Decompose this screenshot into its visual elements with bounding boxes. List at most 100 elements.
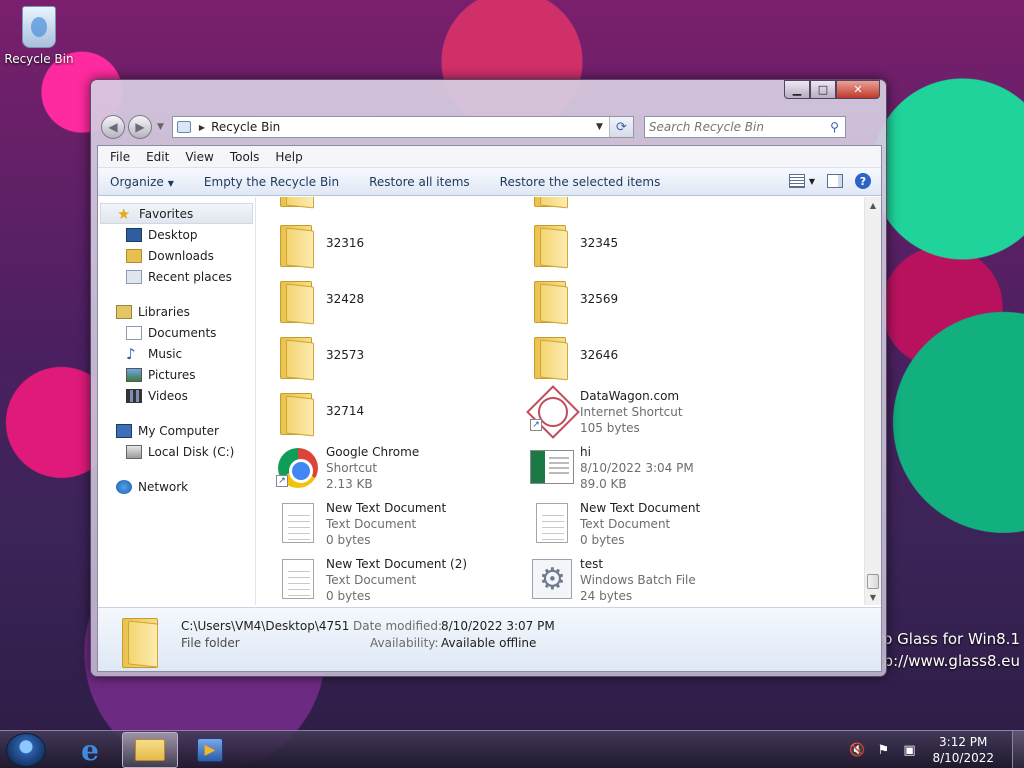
volume-muted-icon[interactable]: 🔇 xyxy=(848,742,866,758)
nav-my-computer[interactable]: My Computer xyxy=(98,420,255,441)
menu-view[interactable]: View xyxy=(177,150,221,164)
search-input[interactable] xyxy=(648,120,819,134)
preview-pane-icon[interactable] xyxy=(827,174,843,188)
list-item-partial[interactable] xyxy=(256,197,506,211)
shortcut-arrow-icon: ↗ xyxy=(530,419,542,431)
taskbar-windows-explorer[interactable] xyxy=(122,732,178,768)
address-dropdown-icon[interactable]: ▼ xyxy=(596,122,603,132)
list-item[interactable]: test Windows Batch File 24 bytes xyxy=(510,551,760,605)
pictures-icon xyxy=(126,367,142,382)
local-disk-icon xyxy=(126,444,142,459)
nav-videos[interactable]: Videos xyxy=(98,385,255,406)
file-type: Text Document xyxy=(580,517,671,531)
file-size: 24 bytes xyxy=(580,589,633,603)
show-desktop-button[interactable] xyxy=(1012,731,1024,768)
nav-music[interactable]: ♪ Music xyxy=(98,343,255,364)
menu-tools[interactable]: Tools xyxy=(222,150,268,164)
change-view-icon[interactable] xyxy=(788,174,805,188)
list-item[interactable]: 32316 xyxy=(256,215,506,271)
nav-recent-places-label: Recent places xyxy=(148,269,232,284)
list-item[interactable]: ↗ Google Chrome Shortcut 2.13 KB xyxy=(256,439,506,495)
recent-pages-dropdown[interactable]: ▼ xyxy=(157,122,164,132)
back-button[interactable]: ◀ xyxy=(101,115,125,139)
taskbar-internet-explorer[interactable]: e xyxy=(62,732,118,768)
nav-libraries-label: Libraries xyxy=(138,304,190,319)
desktop-recycle-bin[interactable]: Recycle Bin xyxy=(4,6,74,66)
clock-time: 3:12 PM xyxy=(939,735,988,749)
maximize-button[interactable]: □ xyxy=(810,80,836,99)
list-item-partial[interactable] xyxy=(510,197,760,211)
clock[interactable]: 3:12 PM 8/10/2022 xyxy=(932,734,994,766)
list-item[interactable]: ↗ DataWagon.com Internet Shortcut 105 by… xyxy=(510,383,760,439)
file-name: DataWagon.com xyxy=(580,389,680,403)
search-icon[interactable]: ⚲ xyxy=(830,120,839,134)
address-bar[interactable]: ▶ Recycle Bin ▼ ⟳ xyxy=(171,116,634,138)
explorer-client-area: File Edit View Tools Help Organize ▼ Empt… xyxy=(97,145,882,672)
refresh-button[interactable]: ⟳ xyxy=(608,117,633,137)
empty-recycle-bin-button[interactable]: Empty the Recycle Bin xyxy=(204,175,339,189)
taskbar-media-player[interactable]: ▶ xyxy=(182,732,238,768)
network-disconnected-icon[interactable]: ▣ xyxy=(900,742,918,758)
nav-downloads[interactable]: Downloads xyxy=(98,245,255,266)
menu-help[interactable]: Help xyxy=(267,150,310,164)
downloads-icon xyxy=(126,248,142,263)
start-button[interactable] xyxy=(6,733,46,767)
scrollbar-thumb[interactable] xyxy=(867,574,879,589)
navigation-bar: ◀ ▶ ▼ ▶ Recycle Bin ▼ ⟳ ⚲ xyxy=(101,114,878,140)
forward-button[interactable]: ▶ xyxy=(128,115,152,139)
file-name: 32345 xyxy=(580,236,619,250)
help-icon[interactable]: ? xyxy=(855,173,871,189)
batch-file-icon xyxy=(532,559,572,599)
list-item[interactable]: 32569 xyxy=(510,271,760,327)
command-bar-right: ▼ ? xyxy=(788,173,871,189)
list-item[interactable]: 32573 xyxy=(256,327,506,383)
list-item[interactable]: New Text Document Text Document 0 bytes xyxy=(510,495,760,551)
nav-recent-places[interactable]: Recent places xyxy=(98,266,255,287)
minimize-button[interactable]: ▁ xyxy=(784,80,810,99)
windows-explorer-icon xyxy=(135,739,165,761)
nav-pictures[interactable]: Pictures xyxy=(98,364,255,385)
list-item[interactable]: 32714 xyxy=(256,383,506,439)
close-button[interactable]: ✕ xyxy=(836,80,880,99)
view-options-chevron-icon[interactable]: ▼ xyxy=(809,177,815,186)
list-item[interactable]: New Text Document Text Document 0 bytes xyxy=(256,495,506,551)
file-name: 32569 xyxy=(580,292,619,306)
network-icon xyxy=(116,479,132,494)
nav-libraries[interactable]: Libraries xyxy=(98,301,255,322)
organize-button[interactable]: Organize ▼ xyxy=(110,175,174,189)
nav-network[interactable]: Network xyxy=(98,476,255,497)
nav-favorites[interactable]: ★ Favorites xyxy=(100,203,253,224)
menu-file[interactable]: File xyxy=(102,150,138,164)
details-path: C:\Users\VM4\Desktop\4751 xyxy=(181,619,350,633)
text-document-icon xyxy=(536,503,568,543)
command-bar: Organize ▼ Empty the Recycle Bin Restore … xyxy=(98,168,881,196)
details-availability-value: Available offline xyxy=(441,636,537,650)
list-item[interactable]: 32345 xyxy=(510,215,760,271)
scroll-up-arrow-icon[interactable]: ▲ xyxy=(865,197,881,213)
menu-edit[interactable]: Edit xyxy=(138,150,177,164)
text-document-icon xyxy=(282,503,314,543)
menu-bar: File Edit View Tools Help xyxy=(98,146,881,168)
details-type: File folder xyxy=(181,636,240,650)
back-arrow-icon: ◀ xyxy=(108,120,118,134)
restore-selected-button[interactable]: Restore the selected items xyxy=(500,175,661,189)
breadcrumb-recycle-bin[interactable]: Recycle Bin xyxy=(211,120,280,134)
nav-local-disk[interactable]: Local Disk (C:) xyxy=(98,441,255,462)
vertical-scrollbar[interactable]: ▲ ▼ xyxy=(864,197,881,605)
list-item[interactable]: hi 8/10/2022 3:04 PM 89.0 KB xyxy=(510,439,760,495)
search-box[interactable]: ⚲ xyxy=(643,116,846,138)
file-size: 0 bytes xyxy=(326,533,371,547)
action-center-icon[interactable]: ⚑ xyxy=(874,742,892,758)
scroll-down-arrow-icon[interactable]: ▼ xyxy=(865,589,881,605)
selected-folder-icon xyxy=(122,616,162,668)
list-item[interactable]: 32428 xyxy=(256,271,506,327)
nav-documents[interactable]: Documents xyxy=(98,322,255,343)
file-size: 89.0 KB xyxy=(580,477,627,491)
nav-desktop[interactable]: Desktop xyxy=(98,224,255,245)
file-name: 32316 xyxy=(326,236,365,250)
file-list[interactable]: 32316 32345 32428 32569 32573 32646 3271… xyxy=(256,197,865,605)
list-item[interactable]: 32646 xyxy=(510,327,760,383)
breadcrumb-arrow-icon[interactable]: ▶ xyxy=(199,123,205,132)
restore-all-button[interactable]: Restore all items xyxy=(369,175,470,189)
list-item[interactable]: New Text Document (2) Text Document 0 by… xyxy=(256,551,506,605)
